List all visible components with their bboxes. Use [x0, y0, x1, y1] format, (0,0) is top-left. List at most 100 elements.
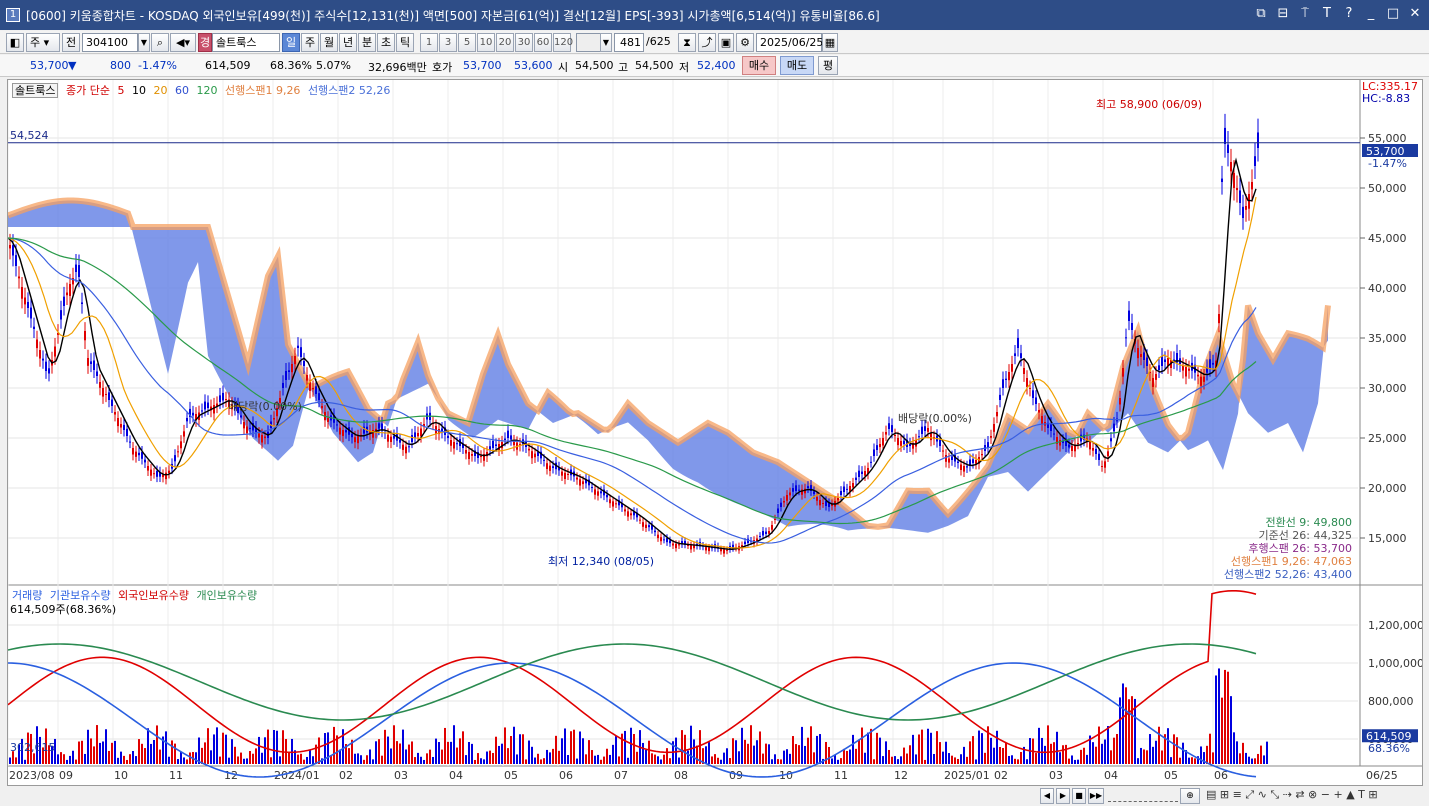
volume-bar	[408, 744, 410, 764]
text-tool-icon[interactable]: T	[1319, 6, 1335, 21]
period-tab-4[interactable]: 분	[358, 33, 376, 52]
code-dropdown-icon[interactable]: ▼	[138, 33, 150, 52]
minimize-icon[interactable]: _	[1363, 6, 1379, 21]
period-tab-6[interactable]: 틱	[396, 33, 414, 52]
price-candle	[1005, 378, 1007, 380]
period-tab-5[interactable]: 초	[377, 33, 395, 52]
data-count-input[interactable]: 481	[614, 33, 644, 52]
price-candle	[960, 464, 962, 470]
restore-layout-icon[interactable]: ⊟	[1275, 6, 1291, 21]
help-icon[interactable]: ?	[1341, 6, 1357, 21]
price-candle	[1188, 368, 1190, 371]
stop-icon[interactable]: ■	[1072, 788, 1086, 804]
period-tab-0[interactable]: 일	[282, 33, 300, 52]
volume-bar	[783, 750, 785, 764]
maximize-icon[interactable]: □	[1385, 6, 1401, 21]
price-candle	[1008, 372, 1010, 381]
stock-name-field[interactable]: 솔트룩스	[212, 33, 280, 52]
x-tick-label: 03	[394, 769, 408, 782]
price-candle	[123, 424, 125, 430]
indicator-icon[interactable]: ⧗	[678, 33, 696, 52]
price-candle	[840, 491, 842, 495]
save-icon[interactable]: ▣	[718, 33, 734, 52]
scroll-left-icon[interactable]: ◀	[1040, 788, 1054, 804]
volume-bar	[897, 759, 899, 764]
volume-bar	[60, 752, 62, 764]
volume-bar	[570, 731, 572, 764]
price-candle	[675, 543, 677, 549]
volume-bar	[135, 756, 137, 764]
bottom-tool-icons[interactable]: ▤ ⊞ ≡ ⤢ ∿ ⤡ ⇢ ⇄ ⊗ − + ▲ T ⊞	[1206, 788, 1378, 802]
interval-button-10[interactable]: 10	[477, 33, 495, 52]
price-candle	[1092, 448, 1094, 451]
price-candle	[858, 470, 860, 477]
period-tab-3[interactable]: 년	[339, 33, 357, 52]
price-candle	[807, 486, 809, 488]
interval-button-20[interactable]: 20	[496, 33, 514, 52]
price-candle	[1242, 206, 1244, 218]
volume-bar	[276, 730, 278, 764]
volume-bar	[732, 738, 734, 764]
interval-button-3[interactable]: 3	[439, 33, 457, 52]
sell-button[interactable]: 매도	[780, 56, 814, 75]
zoom-icon[interactable]: ⊕	[1180, 788, 1200, 804]
search-icon[interactable]: ⌕	[151, 33, 169, 52]
interval-button-60[interactable]: 60	[534, 33, 552, 52]
eval-button[interactable]: 평	[818, 56, 838, 75]
volume-bar	[735, 740, 737, 764]
legend-stock-name[interactable]: 솔트룩스	[12, 83, 59, 98]
low-annotation: 최저 12,340 (08/05)	[548, 555, 654, 568]
price-candle	[393, 435, 395, 439]
volume-bar	[327, 732, 329, 764]
current-price: 53,700	[30, 59, 69, 72]
price-candle	[264, 436, 266, 439]
volume-bar	[918, 734, 920, 764]
volume-bar	[963, 746, 965, 764]
volume-bar	[795, 744, 797, 764]
play-icon[interactable]: ▶	[1056, 788, 1070, 804]
close-icon[interactable]: ✕	[1407, 6, 1423, 21]
volume-bar	[957, 758, 959, 764]
chart-menu-button[interactable]: ◧	[6, 33, 24, 52]
x-tick-label: 2023/08	[9, 769, 55, 782]
price-candle	[42, 358, 44, 361]
price-candle	[1140, 354, 1142, 357]
settings-icon[interactable]: ⚙	[736, 33, 754, 52]
interval-button-120[interactable]: 120	[553, 33, 573, 52]
zoom-slider[interactable]	[1108, 790, 1178, 802]
interval-button-5[interactable]: 5	[458, 33, 476, 52]
sound-icon[interactable]: ◀▾	[170, 33, 196, 52]
chart-canvas[interactable]: 55,000 50,000 45,000 40,000 35,000 30,000 25,0…	[8, 80, 1422, 785]
period-tab-1[interactable]: 주	[301, 33, 319, 52]
chart-area[interactable]: 55,000 50,000 45,000 40,000 35,000 30,000 25,0…	[7, 79, 1423, 786]
price-candle	[1152, 378, 1154, 387]
date-input[interactable]: 2025/06/25	[756, 33, 823, 52]
calendar-icon[interactable]: ▦	[822, 33, 838, 52]
stock-code-input[interactable]: 304100	[82, 33, 138, 52]
period-tab-2[interactable]: 월	[320, 33, 338, 52]
volume-bar	[816, 735, 818, 764]
price-candle	[663, 539, 665, 541]
volume-bar	[846, 750, 848, 764]
x-axis-right-label: 06/25	[1366, 769, 1398, 782]
all-button[interactable]: 전	[62, 33, 80, 52]
price-candle	[177, 451, 179, 453]
buy-button[interactable]: 매수	[742, 56, 776, 75]
price-candle	[780, 502, 782, 507]
x-tick-label: 06	[559, 769, 573, 782]
volume-bar	[699, 730, 701, 764]
interval-dropdown-icon[interactable]: ▼	[600, 33, 612, 52]
pin-icon[interactable]: ⍑	[1297, 6, 1313, 21]
market-select[interactable]: 주 ▾	[26, 33, 60, 52]
fast-forward-icon[interactable]: ▶▶	[1088, 788, 1104, 804]
volume-bar	[1173, 734, 1175, 764]
volume-bar	[717, 757, 719, 764]
interval-button-30[interactable]: 30	[515, 33, 533, 52]
link-icon[interactable]: ⧉	[1253, 6, 1269, 21]
interval-button-1[interactable]: 1	[420, 33, 438, 52]
draw-tool-icon[interactable]: ⤴	[698, 33, 716, 52]
price-candle	[837, 498, 839, 501]
volume-bar	[483, 759, 485, 764]
price-candle	[495, 444, 497, 446]
price-candle	[669, 540, 671, 544]
